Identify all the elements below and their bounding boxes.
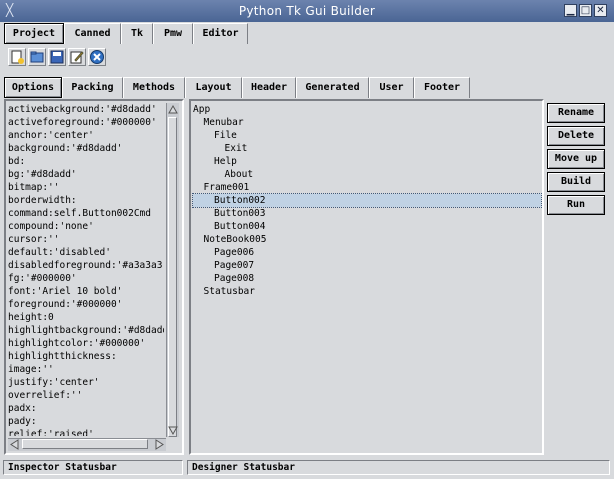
new-file-icon bbox=[11, 50, 24, 64]
option-item[interactable]: command:self.Button002Cmd bbox=[8, 207, 164, 220]
rename-button[interactable]: Rename bbox=[547, 103, 605, 123]
tree-item[interactable]: Page007 bbox=[193, 259, 541, 272]
option-item[interactable]: anchor:'center' bbox=[8, 129, 164, 142]
tree-item[interactable]: Exit bbox=[193, 142, 541, 155]
edit-icon bbox=[70, 51, 84, 64]
minimize-icon[interactable]: ▁ bbox=[564, 4, 577, 17]
tab-generated[interactable]: Generated bbox=[296, 77, 369, 98]
tab-footer[interactable]: Footer bbox=[414, 77, 470, 98]
scrollbar-thumb[interactable] bbox=[168, 117, 177, 437]
close-circle-icon bbox=[90, 50, 104, 64]
option-item[interactable]: padx: bbox=[8, 402, 164, 415]
save-button[interactable] bbox=[48, 48, 66, 66]
option-item[interactable]: foreground:'#000000' bbox=[8, 298, 164, 311]
scroll-left-arrow-icon[interactable] bbox=[9, 439, 20, 450]
designer-statusbar: Designer Statusbar bbox=[187, 460, 610, 475]
scroll-down-arrow-icon[interactable] bbox=[168, 425, 178, 436]
tree-item[interactable]: File bbox=[193, 129, 541, 142]
option-item[interactable]: pady: bbox=[8, 415, 164, 428]
close-icon[interactable]: ✕ bbox=[594, 4, 607, 17]
hscroll-thumb[interactable] bbox=[22, 439, 148, 449]
save-icon bbox=[50, 50, 64, 64]
open-folder-button[interactable] bbox=[28, 48, 46, 66]
tab-packing[interactable]: Packing bbox=[62, 77, 123, 98]
tree-item[interactable]: Menubar bbox=[193, 116, 541, 129]
tree-item[interactable]: About bbox=[193, 168, 541, 181]
option-item[interactable]: activebackground:'#d8dadd' bbox=[8, 103, 164, 116]
build-button[interactable]: Build bbox=[547, 172, 605, 192]
tree-item[interactable]: Page006 bbox=[193, 246, 541, 259]
new-file-button[interactable] bbox=[8, 48, 26, 66]
tab-layout[interactable]: Layout bbox=[185, 77, 242, 98]
tab-tk[interactable]: Tk bbox=[121, 23, 153, 44]
title-bar[interactable]: ╳ Python Tk Gui Builder ▁ □ ✕ bbox=[0, 0, 614, 22]
main-tab-bar: Project Canned Tk Pmw Editor bbox=[4, 23, 248, 44]
option-item[interactable]: compound:'none' bbox=[8, 220, 164, 233]
option-item[interactable]: background:'#d8dadd' bbox=[8, 142, 164, 155]
inspector-tab-bar: Options Packing Methods Layout Header Ge… bbox=[4, 77, 470, 98]
option-item[interactable]: highlightbackground:'#d8dadd bbox=[8, 324, 164, 337]
tab-options[interactable]: Options bbox=[4, 77, 62, 98]
tree-item[interactable]: Help bbox=[193, 155, 541, 168]
tab-methods[interactable]: Methods bbox=[123, 77, 185, 98]
window-title: Python Tk Gui Builder bbox=[238, 4, 376, 18]
option-item[interactable]: highlightcolor:'#000000' bbox=[8, 337, 164, 350]
tab-project[interactable]: Project bbox=[4, 23, 64, 44]
horizontal-scrollbar[interactable] bbox=[8, 438, 166, 451]
vertical-scrollbar[interactable] bbox=[166, 103, 179, 437]
option-item[interactable]: justify:'center' bbox=[8, 376, 164, 389]
tree-item[interactable]: Frame001 bbox=[193, 181, 541, 194]
tree-item[interactable]: App bbox=[193, 103, 541, 116]
option-item[interactable]: highlightthickness: bbox=[8, 350, 164, 363]
scroll-right-arrow-icon[interactable] bbox=[154, 439, 165, 450]
option-item[interactable]: font:'Ariel 10 bold' bbox=[8, 285, 164, 298]
toolbar bbox=[8, 48, 106, 70]
options-list[interactable]: activebackground:'#d8dadd' activeforegrou… bbox=[8, 103, 164, 436]
maximize-icon[interactable]: □ bbox=[579, 4, 592, 17]
tree-item[interactable]: Button002 bbox=[192, 193, 542, 208]
tree-item[interactable]: NoteBook005 bbox=[193, 233, 541, 246]
scroll-up-arrow-icon[interactable] bbox=[168, 104, 178, 115]
option-item[interactable]: bitmap:'' bbox=[8, 181, 164, 194]
inspector-statusbar: Inspector Statusbar bbox=[3, 460, 183, 475]
option-item[interactable]: height:0 bbox=[8, 311, 164, 324]
tab-header[interactable]: Header bbox=[242, 77, 296, 98]
option-item[interactable]: bg:'#d8dadd' bbox=[8, 168, 164, 181]
option-item[interactable]: cursor:'' bbox=[8, 233, 164, 246]
edit-button[interactable] bbox=[68, 48, 86, 66]
tree-item[interactable]: Button004 bbox=[193, 220, 541, 233]
option-item[interactable]: image:'' bbox=[8, 363, 164, 376]
tab-pmw[interactable]: Pmw bbox=[153, 23, 193, 44]
option-item[interactable]: bd: bbox=[8, 155, 164, 168]
option-item[interactable]: activeforeground:'#000000' bbox=[8, 116, 164, 129]
tree-item[interactable]: Button003 bbox=[193, 207, 541, 220]
option-item[interactable]: borderwidth: bbox=[8, 194, 164, 207]
tab-canned[interactable]: Canned bbox=[64, 23, 121, 44]
close-button[interactable] bbox=[88, 48, 106, 66]
tab-user[interactable]: User bbox=[369, 77, 414, 98]
tree-item[interactable]: Page008 bbox=[193, 272, 541, 285]
option-item[interactable]: relief:'raised' bbox=[8, 428, 164, 436]
option-item[interactable]: default:'disabled' bbox=[8, 246, 164, 259]
run-button[interactable]: Run bbox=[547, 195, 605, 215]
widget-tree[interactable]: App Menubar File Exit Help About Frame001 Butto… bbox=[192, 103, 542, 438]
tree-item[interactable]: Statusbar bbox=[193, 285, 541, 298]
option-item[interactable]: overrelief:'' bbox=[8, 389, 164, 402]
open-folder-icon bbox=[30, 51, 44, 63]
move-up-button[interactable]: Move up bbox=[547, 149, 605, 169]
tab-editor[interactable]: Editor bbox=[193, 23, 248, 44]
option-item[interactable]: fg:'#000000' bbox=[8, 272, 164, 285]
delete-button[interactable]: Delete bbox=[547, 126, 605, 146]
option-item[interactable]: disabledforeground:'#a3a3a3' bbox=[8, 259, 164, 272]
